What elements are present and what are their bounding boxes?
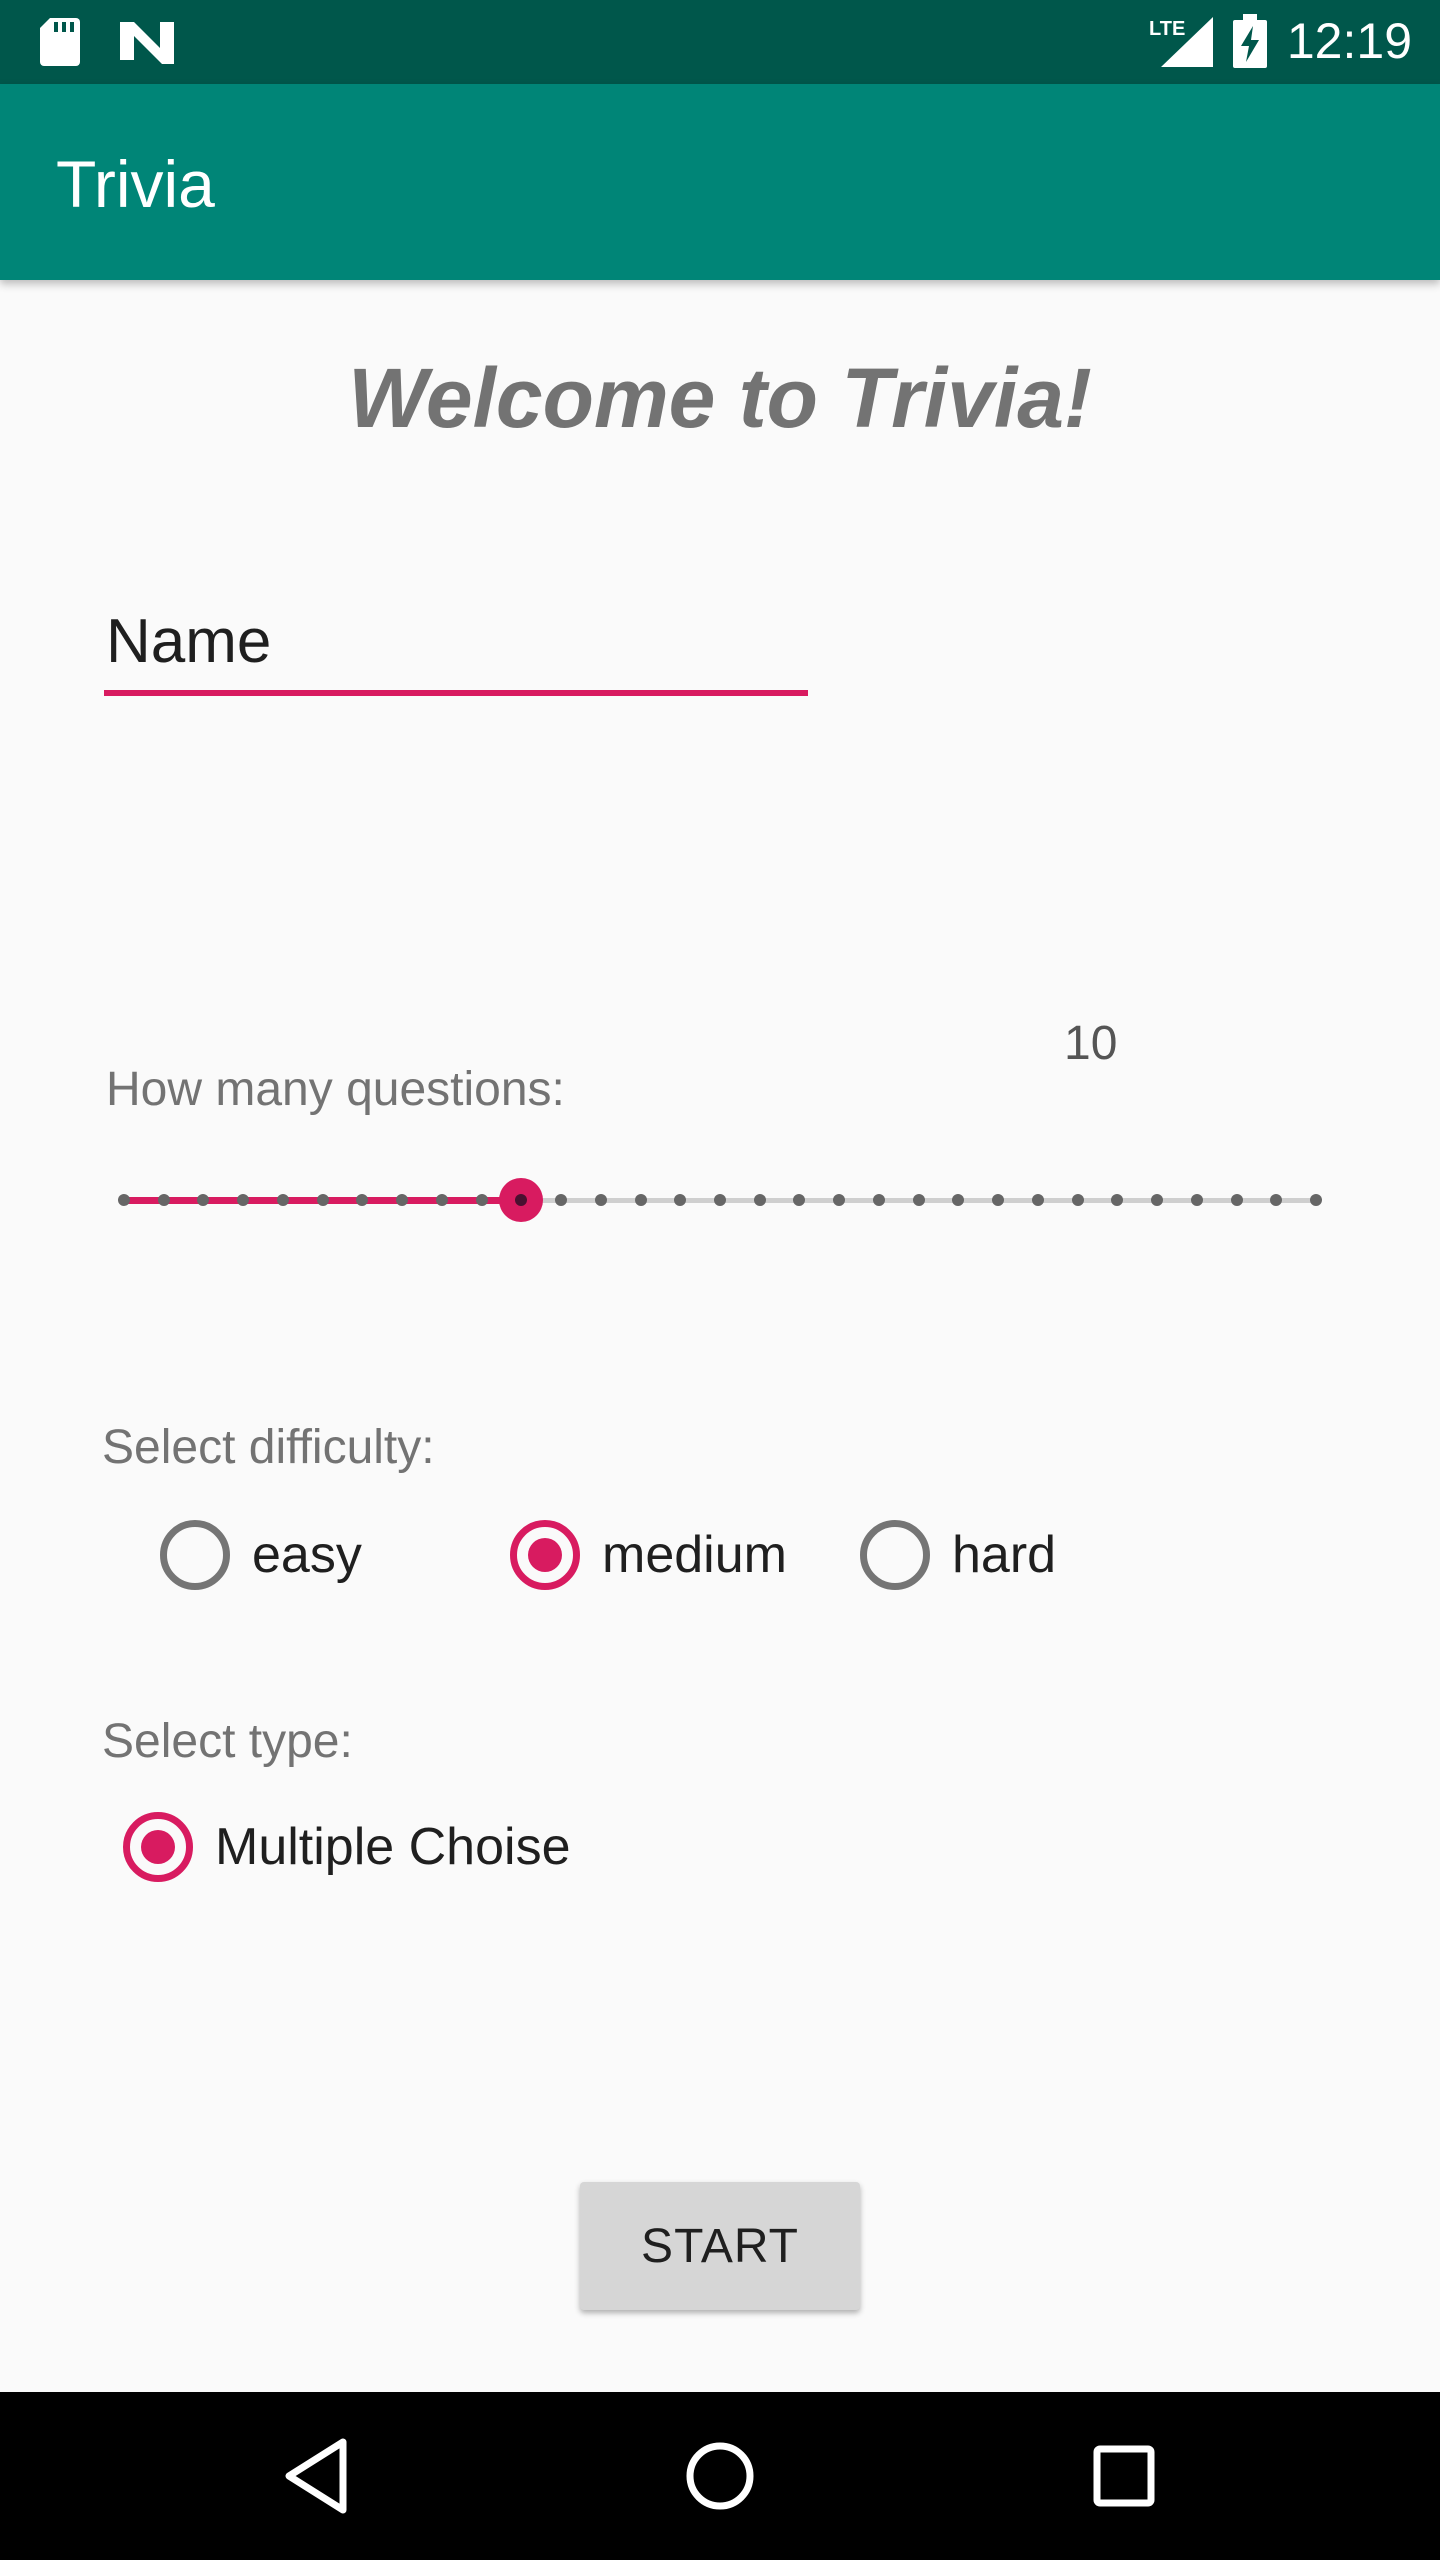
status-bar-left-icons	[40, 16, 174, 66]
slider-tick	[1270, 1194, 1283, 1206]
app-title: Trivia	[56, 147, 215, 221]
radio-hard-circle[interactable]	[860, 1520, 930, 1590]
difficulty-label: Select difficulty:	[102, 1421, 435, 1474]
slider-tick	[753, 1194, 766, 1206]
radio-easy[interactable]: easy	[160, 1520, 362, 1590]
slider-tick	[833, 1194, 846, 1206]
slider-tick	[356, 1194, 369, 1206]
questions-label: How many questions:	[106, 1063, 565, 1116]
radio-easy-circle[interactable]	[160, 1520, 230, 1590]
start-button[interactable]: START	[580, 2182, 860, 2310]
status-bar: LTE 12:19	[0, 0, 1440, 84]
slider-tick	[674, 1194, 687, 1206]
slider-tick	[157, 1194, 170, 1206]
name-input[interactable]	[104, 590, 808, 696]
radio-medium-label: medium	[602, 1526, 787, 1584]
home-button[interactable]	[672, 2428, 768, 2524]
slider-tick	[1151, 1194, 1164, 1206]
slider-tick	[197, 1194, 210, 1206]
slider-tick	[475, 1194, 488, 1206]
slider-tick	[872, 1194, 885, 1206]
radio-hard-label: hard	[952, 1526, 1057, 1584]
radio-easy-label: easy	[252, 1526, 362, 1584]
lte-label: LTE	[1149, 18, 1185, 40]
navigation-bar	[0, 2392, 1440, 2560]
slider-tick	[634, 1194, 647, 1206]
slider-tick	[793, 1194, 806, 1206]
slider-tick	[555, 1194, 568, 1206]
slider-tick	[594, 1194, 607, 1206]
lte-signal-icon: LTE	[1149, 17, 1213, 67]
n-icon	[120, 22, 174, 64]
home-icon[interactable]	[680, 2436, 760, 2516]
name-field[interactable]	[104, 590, 808, 696]
recents-icon[interactable]	[1089, 2441, 1159, 2511]
sd-card-icon	[40, 18, 80, 66]
app-bar: Trivia	[0, 84, 1440, 280]
back-icon[interactable]	[281, 2436, 351, 2516]
slider-tick	[396, 1194, 409, 1206]
recents-button[interactable]	[1076, 2428, 1172, 2524]
type-label: Select type:	[102, 1715, 353, 1768]
slider-tick	[1031, 1194, 1044, 1206]
status-bar-right: LTE 12:19	[1149, 12, 1412, 70]
slider-tick	[992, 1194, 1005, 1206]
radio-medium-circle[interactable]	[510, 1520, 580, 1590]
slider-tick	[118, 1194, 130, 1206]
radio-multiple-choice-circle[interactable]	[123, 1812, 193, 1882]
slider-tick	[1190, 1194, 1203, 1206]
slider-tick	[912, 1194, 925, 1206]
slider-tick	[714, 1194, 726, 1206]
radio-hard[interactable]: hard	[860, 1520, 1056, 1590]
slider-thumb[interactable]	[499, 1178, 544, 1222]
battery-charging-icon	[1232, 14, 1267, 68]
slider-tick	[952, 1194, 965, 1206]
slider-tick	[1310, 1194, 1322, 1206]
questions-slider[interactable]	[100, 1160, 1340, 1240]
slider-tick	[1071, 1194, 1084, 1206]
slider-tick	[316, 1194, 329, 1206]
status-time: 12:19	[1286, 13, 1412, 69]
slider-tick	[1111, 1194, 1124, 1206]
name-underline	[104, 690, 808, 696]
back-button[interactable]	[268, 2428, 364, 2524]
radio-multiple-choice-label: Multiple Choise	[215, 1818, 571, 1876]
radio-medium[interactable]: medium	[510, 1520, 787, 1590]
slider-tick	[1230, 1194, 1243, 1206]
welcome-heading: Welcome to Trivia!	[348, 351, 1092, 445]
slider-value-label: 10	[1064, 1017, 1118, 1070]
slider-tick	[435, 1194, 448, 1206]
slider-tick	[237, 1194, 250, 1206]
slider-tick	[276, 1194, 289, 1206]
radio-multiple-choice[interactable]: Multiple Choise	[123, 1812, 571, 1882]
